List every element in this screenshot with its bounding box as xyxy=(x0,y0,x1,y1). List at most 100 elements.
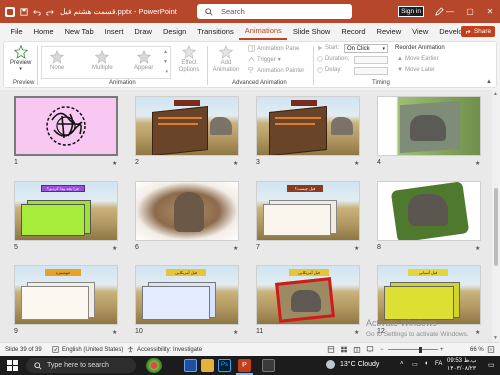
tab-home[interactable]: Home xyxy=(28,23,59,40)
wood-sign xyxy=(269,105,327,155)
duration-field[interactable] xyxy=(354,56,388,64)
move-earlier-button[interactable]: ▲ Move Earlier xyxy=(397,56,439,62)
slide-thumbnail-1[interactable] xyxy=(14,96,118,156)
tab-record[interactable]: Record xyxy=(336,23,371,40)
tab-view[interactable]: View xyxy=(407,23,434,40)
close-button[interactable]: ✕ xyxy=(480,0,500,23)
trigger-button[interactable]: Trigger ▾ xyxy=(248,56,281,63)
share-button[interactable]: Share xyxy=(461,26,495,37)
undo-icon[interactable] xyxy=(33,8,41,16)
delay-field[interactable] xyxy=(354,67,388,75)
powerpoint-taskbar-icon[interactable]: P xyxy=(238,359,251,372)
tab-insert[interactable]: Insert xyxy=(99,23,129,40)
zoom-level[interactable]: 66 % xyxy=(470,347,484,353)
system-tray-arrow-icon[interactable]: ˄ xyxy=(400,361,404,367)
preview-button[interactable]: Preview ▾ xyxy=(10,45,31,72)
slide-sorter: 1 ★ 2 ★ 3 ★ 4 ★ چرا بچه پیدا کردیم؟ 5 ★ … xyxy=(0,90,500,342)
anim-appear[interactable]: Appear xyxy=(134,50,153,71)
animation-painter-button[interactable]: Animation Painter xyxy=(248,67,304,74)
input-language[interactable]: FA xyxy=(435,361,442,367)
slide-thumbnail-11[interactable]: فیل آمریکایی xyxy=(256,265,360,325)
photoshop-icon[interactable]: Ps xyxy=(218,359,231,372)
slideshow-view-icon[interactable] xyxy=(366,346,374,353)
animation-pane-label: Animation Pane xyxy=(257,45,300,52)
slide-sorter-view-icon[interactable] xyxy=(340,346,348,353)
slide-thumbnail-6[interactable] xyxy=(135,181,239,241)
clock-date[interactable]: ۱۴۰۳/۰۸/۲۳ xyxy=(447,365,476,373)
minimize-button[interactable]: — xyxy=(440,0,460,23)
slide-thumbnail-4[interactable] xyxy=(377,96,481,156)
spelling-icon[interactable] xyxy=(52,346,59,353)
gallery-up-icon[interactable]: ▲ xyxy=(163,49,168,55)
arrow-down-icon: ▼ xyxy=(397,67,403,73)
weather-status[interactable]: 13°C Cloudy xyxy=(340,361,379,368)
slide-thumbnail-5[interactable]: چرا بچه پیدا کردیم؟ xyxy=(14,181,118,241)
windows-start-icon[interactable] xyxy=(7,360,18,371)
slide-thumbnail-12[interactable]: فیل آسیایی xyxy=(377,265,481,325)
calligraphy-art xyxy=(46,106,86,146)
accessibility-status[interactable]: Accessibility: Investigate xyxy=(137,347,202,353)
scroll-down-icon[interactable]: ▼ xyxy=(493,335,498,341)
notifications-icon[interactable]: ▭ xyxy=(488,361,495,369)
search-box[interactable]: Search xyxy=(197,4,352,19)
animation-pane-button[interactable]: Animation Pane xyxy=(248,45,299,52)
slide-thumbnail-3[interactable] xyxy=(256,96,360,156)
volume-icon[interactable]: ◖ xyxy=(424,360,428,367)
zoom-slider-thumb[interactable] xyxy=(419,347,422,353)
scroll-thumb[interactable] xyxy=(494,188,498,266)
tab-review[interactable]: Review xyxy=(371,23,407,40)
gallery-more-icon[interactable]: ▾ xyxy=(165,69,168,75)
network-icon[interactable]: ▭ xyxy=(412,361,418,368)
file-explorer-icon[interactable] xyxy=(201,359,214,372)
zoom-in-icon[interactable]: + xyxy=(440,347,444,353)
reading-view-icon[interactable] xyxy=(353,346,361,353)
save-icon[interactable] xyxy=(20,7,28,16)
effect-options-button[interactable]: Effect Options xyxy=(176,45,202,74)
normal-view-icon[interactable] xyxy=(327,346,335,353)
start-dropdown[interactable]: On Click ▾ xyxy=(344,44,388,53)
animations-ribbon: Preview ▾ Preview None Multiple Appear ▲… xyxy=(3,41,497,88)
add-animation-button[interactable]: Add Animation xyxy=(212,45,240,74)
tab-file[interactable]: File xyxy=(5,23,28,40)
fit-to-window-icon[interactable] xyxy=(487,346,495,353)
task-view-icon[interactable] xyxy=(184,359,197,372)
gallery-down-icon[interactable]: ▼ xyxy=(163,59,168,65)
tab-draw[interactable]: Draw xyxy=(129,23,158,40)
zoom-slider[interactable] xyxy=(388,349,438,350)
collapse-ribbon-icon[interactable]: ▲ xyxy=(486,79,492,85)
scroll-up-icon[interactable]: ▲ xyxy=(493,91,498,97)
title-plate xyxy=(291,100,317,106)
clock-time[interactable]: 09:53 ب.ظ xyxy=(447,357,477,365)
sign-in-button[interactable]: Sign in xyxy=(398,6,424,17)
animation-star-icon: ★ xyxy=(475,161,481,167)
group-label-advanced: Advanced Animation xyxy=(232,80,287,86)
zoom-out-icon[interactable]: − xyxy=(380,347,384,353)
slide-thumbnail-8[interactable] xyxy=(377,181,481,241)
slide-thumbnail-7[interactable]: فیل چیست؟ xyxy=(256,181,360,241)
anim-none[interactable]: None xyxy=(50,50,64,71)
tab-slide-show[interactable]: Slide Show xyxy=(287,23,336,40)
text-line xyxy=(275,123,315,125)
animation-gallery[interactable]: None Multiple Appear ▲ ▼ ▾ xyxy=(41,46,171,79)
animation-star-icon: ★ xyxy=(233,246,239,252)
redo-icon[interactable] xyxy=(46,8,54,16)
slide-thumbnail-2[interactable] xyxy=(135,96,239,156)
tab-new-tab[interactable]: New Tab xyxy=(59,23,99,40)
slide-thumbnail-10[interactable]: فیل آمریکایی xyxy=(135,265,239,325)
flower-widget-icon[interactable] xyxy=(146,358,162,373)
taskbar-search[interactable]: Type here to search xyxy=(26,358,136,373)
animation-star-icon: ★ xyxy=(475,246,481,252)
add-animation-icon xyxy=(219,45,233,59)
app-icon[interactable] xyxy=(262,359,275,372)
tab-animations[interactable]: Animations xyxy=(239,23,288,40)
slide-thumbnail-9[interactable]: خوشمزه xyxy=(14,265,118,325)
maximize-button[interactable]: ▢ xyxy=(460,0,480,23)
vertical-scrollbar[interactable]: ▲ ▼ xyxy=(492,90,500,342)
language-status[interactable]: English (United States) xyxy=(62,347,123,353)
animation-painter-label: Animation Painter xyxy=(257,67,305,74)
tab-design[interactable]: Design xyxy=(157,23,191,40)
anim-multiple[interactable]: Multiple xyxy=(92,50,113,71)
tab-transitions[interactable]: Transitions xyxy=(192,23,239,40)
move-later-button[interactable]: ▼ Move Later xyxy=(397,67,435,73)
duration-icon xyxy=(317,56,323,62)
